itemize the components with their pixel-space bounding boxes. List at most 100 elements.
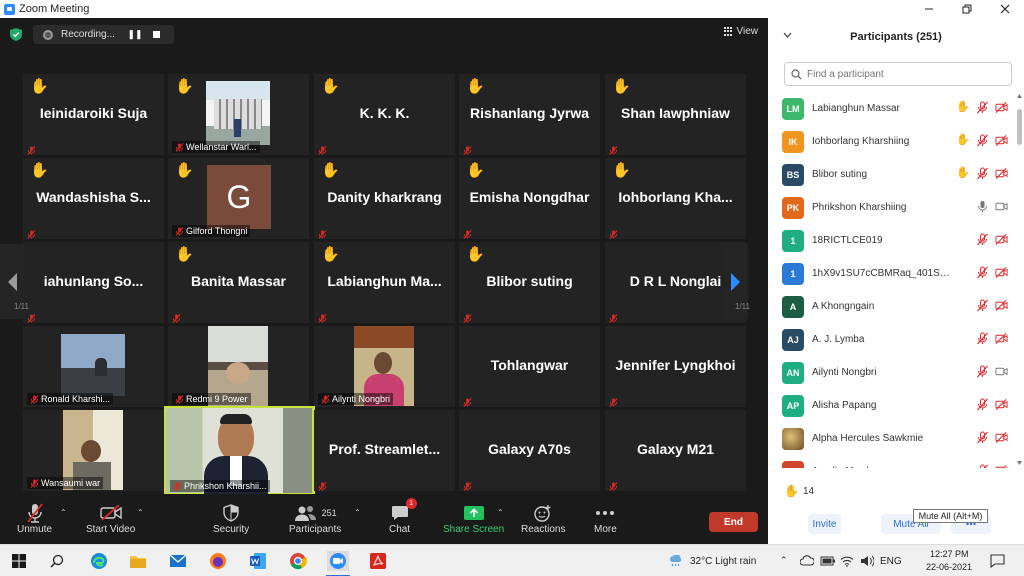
video-tile[interactable]: ✋ Banita Massar [168,242,309,323]
cloud-icon[interactable] [800,555,814,567]
video-off-icon[interactable] [995,464,1008,468]
firefox-taskbar-button[interactable] [207,551,229,571]
weather-text[interactable]: 32°C Light rain [690,556,756,567]
participant-row[interactable]: A A Khongngain [782,290,1008,323]
invite-button[interactable]: Invite [808,514,841,534]
share-screen-button[interactable]: Share Screen [443,502,504,535]
participant-row[interactable]: Alpha Hercules Sawkmie [782,422,1008,455]
participant-row[interactable]: BS Blibor suting ✋ [782,158,1008,191]
close-window-button[interactable] [986,0,1024,18]
video-tile[interactable]: ✋ Emisha Nongdhar [459,158,600,239]
wifi-icon[interactable] [840,555,854,567]
video-off-icon[interactable] [995,332,1008,345]
participant-row[interactable]: 1 18RICTLCE019 [782,224,1008,257]
video-off-icon[interactable] [995,266,1008,279]
video-options-caret[interactable]: ⌃ [137,508,144,517]
video-tile[interactable]: Redmi 9 Power [168,326,309,407]
participant-row[interactable]: PK Phrikshon Kharshiing [782,191,1008,224]
more-button[interactable]: More [594,502,617,535]
video-on-icon[interactable] [995,200,1008,213]
participant-row[interactable]: A Amelia Mawlong [782,455,1008,468]
edge-taskbar-button[interactable] [88,551,110,571]
video-tile[interactable]: ✋ Wellanstar Warl... [168,74,309,155]
video-tile[interactable]: ✋ Iohborlang Kha... [605,158,746,239]
mic-muted-icon[interactable] [976,233,989,246]
unmute-button[interactable]: Unmute [17,502,52,535]
mic-muted-icon[interactable] [976,134,989,147]
security-button[interactable]: Security [213,502,249,535]
video-off-icon[interactable] [995,167,1008,180]
video-off-icon[interactable] [995,398,1008,411]
clock-date[interactable]: 22-06-2021 [926,562,972,572]
clock-time[interactable]: 12:27 PM [930,549,969,559]
mic-muted-icon[interactable] [976,167,989,180]
video-tile[interactable]: Phrikshon Kharshii... [164,406,315,496]
mic-muted-icon[interactable] [976,365,989,378]
pause-recording-button[interactable]: ❚❚ [127,29,143,40]
mail-taskbar-button[interactable] [167,551,189,571]
battery-icon[interactable] [820,555,836,567]
participant-row[interactable]: 1 1hX9v1SU7cCBMRaq_401SAAA... [782,257,1008,290]
video-on-icon[interactable] [995,365,1008,378]
restore-button[interactable] [948,0,986,18]
participant-row[interactable]: AP Alisha Papang [782,389,1008,422]
video-tile[interactable]: Jennifer Lyngkhoi [605,326,746,407]
video-off-icon[interactable] [995,101,1008,114]
share-options-caret[interactable]: ⌃ [497,508,504,517]
chrome-taskbar-button[interactable] [287,551,309,571]
language-indicator[interactable]: ENG [880,556,902,567]
end-meeting-button[interactable]: End [709,512,758,532]
video-tile[interactable]: Ailynti Nongbri [314,326,455,407]
video-tile[interactable]: ✋ Shan Iawphniaw [605,74,746,155]
video-tile[interactable]: Galaxy M21 [605,410,746,491]
participant-row[interactable]: AN Ailynti Nongbri [782,356,1008,389]
search-input[interactable] [807,68,1007,80]
video-tile[interactable]: Ronald Kharshi... [23,326,164,407]
tray-chevron-icon[interactable]: ⌃ [780,555,788,566]
video-tile[interactable]: ✋ K. K. K. [314,74,455,155]
video-tile[interactable]: ✋ Wandashisha S... [23,158,164,239]
file-explorer-taskbar-button[interactable] [127,551,149,571]
collapse-panel-button[interactable] [783,30,792,41]
notification-center-icon[interactable] [990,554,1005,568]
speaker-icon[interactable] [860,555,874,567]
participant-list-scrollbar[interactable] [1017,91,1022,468]
view-button[interactable]: View [723,26,758,37]
video-tile[interactable]: Prof. Streamlet... [314,410,455,491]
video-off-icon[interactable] [995,299,1008,312]
search-taskbar-button[interactable] [46,551,68,571]
encryption-shield-icon[interactable] [10,28,22,41]
video-tile[interactable]: iahunlang So... [23,242,164,323]
participants-options-caret[interactable]: ⌃ [354,508,361,517]
video-tile[interactable]: Tohlangwar [459,326,600,407]
scrollbar-thumb[interactable] [1017,109,1022,145]
participant-row[interactable]: IK Iohborlang Kharshiing ✋ [782,125,1008,158]
acrobat-taskbar-button[interactable] [367,551,389,571]
video-tile[interactable]: Wansaumi war [23,410,164,491]
stop-recording-button[interactable] [153,31,160,38]
video-tile[interactable]: ✋ Blibor suting [459,242,600,323]
video-off-icon[interactable] [995,233,1008,246]
word-taskbar-button[interactable] [247,551,269,571]
zoom-taskbar-button[interactable] [327,551,349,571]
participant-row[interactable]: AJ A. J. Lymba [782,323,1008,356]
mic-muted-icon[interactable] [976,101,989,114]
video-tile[interactable]: G ✋ Gilford Thongni [168,158,309,239]
mic-muted-icon[interactable] [976,431,989,444]
participant-search[interactable] [784,62,1012,86]
chat-button[interactable]: 1 Chat [389,498,417,535]
video-off-icon[interactable] [995,431,1008,444]
audio-options-caret[interactable]: ⌃ [60,508,67,517]
mic-muted-icon[interactable] [976,398,989,411]
participant-row[interactable]: LM Labianghun Massar ✋ [782,92,1008,125]
minimize-window-button[interactable] [910,0,948,18]
start-video-button[interactable]: Start Video [86,502,135,535]
video-tile[interactable]: ✋ Labianghun Ma... [314,242,455,323]
mic-muted-icon[interactable] [976,266,989,279]
mic-on-icon[interactable] [976,200,989,213]
reactions-button[interactable]: Reactions [521,502,565,535]
video-tile[interactable]: Galaxy A70s [459,410,600,491]
video-tile[interactable]: ✋ Ieinidaroiki Suja [23,74,164,155]
start-button[interactable] [8,551,30,571]
mic-muted-icon[interactable] [976,332,989,345]
